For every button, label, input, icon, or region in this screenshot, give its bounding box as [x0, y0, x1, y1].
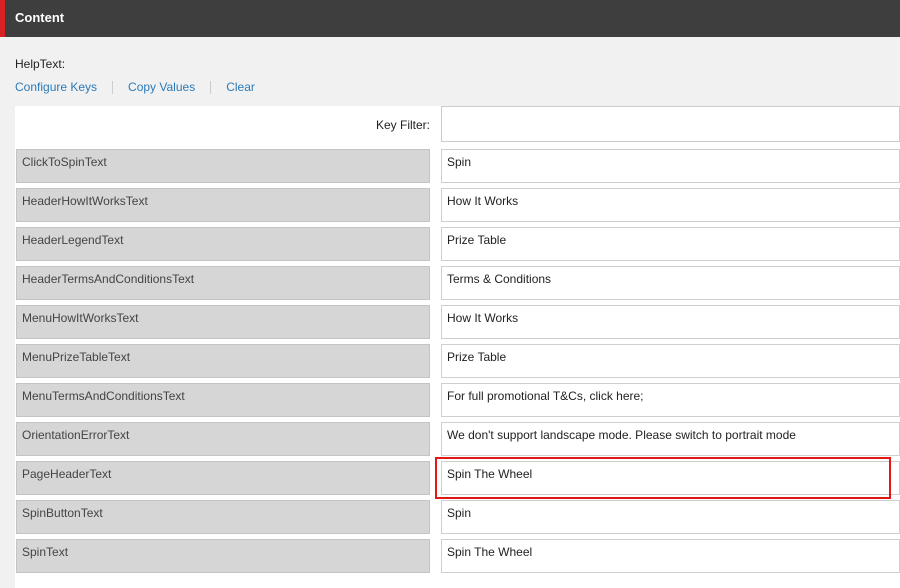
key-cell: SpinText	[16, 539, 430, 573]
header-accent-bar	[0, 0, 5, 37]
table-row: MenuHowItWorksText How It Works	[15, 303, 900, 342]
key-cell: HeaderHowItWorksText	[16, 188, 430, 222]
value-field[interactable]: Spin	[441, 149, 900, 183]
table-row: HeaderHowItWorksText How It Works	[15, 186, 900, 225]
key-cell: ClickToSpinText	[16, 149, 430, 183]
section-title: Content	[15, 10, 65, 25]
value-field[interactable]: Prize Table	[441, 227, 900, 261]
table-row: HeaderTermsAndConditionsText Terms & Cond…	[15, 264, 900, 303]
key-cell: MenuHowItWorksText	[16, 305, 430, 339]
key-cell: OrientationErrorText	[16, 422, 430, 456]
table-row: SpinText Spin The Wheel	[15, 537, 900, 576]
action-links: Configure Keys Copy Values Clear	[15, 80, 255, 94]
link-divider	[210, 80, 212, 94]
table-row: HeaderLegendText Prize Table	[15, 225, 900, 264]
link-divider	[112, 80, 114, 94]
value-field[interactable]: How It Works	[441, 305, 900, 339]
value-field[interactable]: How It Works	[441, 188, 900, 222]
table-row: MenuTermsAndConditionsText For full promo…	[15, 381, 900, 420]
content-header: Content	[0, 0, 900, 37]
clear-link[interactable]: Clear	[226, 80, 255, 94]
table-row: OrientationErrorText We don't support lan…	[15, 420, 900, 459]
value-field[interactable]: Spin The Wheel	[441, 539, 900, 573]
table-row: MenuPrizeTableText Prize Table	[15, 342, 900, 381]
value-field[interactable]: Terms & Conditions	[441, 266, 900, 300]
key-filter-label: Key Filter:	[376, 118, 431, 132]
table-row: ClickToSpinText Spin	[15, 147, 900, 186]
value-field[interactable]: We don't support landscape mode. Please …	[441, 422, 900, 456]
value-field[interactable]: For full promotional T&Cs, click here;	[441, 383, 900, 417]
key-cell: PageHeaderText	[16, 461, 430, 495]
key-cell: SpinButtonText	[16, 500, 430, 534]
key-cell: MenuPrizeTableText	[16, 344, 430, 378]
value-field[interactable]: Spin The Wheel	[441, 461, 900, 495]
key-cell: HeaderLegendText	[16, 227, 430, 261]
key-cell: HeaderTermsAndConditionsText	[16, 266, 430, 300]
key-cell: MenuTermsAndConditionsText	[16, 383, 430, 417]
table-row: SpinButtonText Spin	[15, 498, 900, 537]
value-field[interactable]: Prize Table	[441, 344, 900, 378]
key-filter-input[interactable]	[441, 106, 900, 142]
table-row: PageHeaderText Spin The Wheel	[15, 459, 900, 498]
configure-keys-link[interactable]: Configure Keys	[15, 80, 97, 94]
value-field[interactable]: Spin	[441, 500, 900, 534]
copy-values-link[interactable]: Copy Values	[128, 80, 195, 94]
help-text-label: HelpText:	[15, 57, 66, 71]
